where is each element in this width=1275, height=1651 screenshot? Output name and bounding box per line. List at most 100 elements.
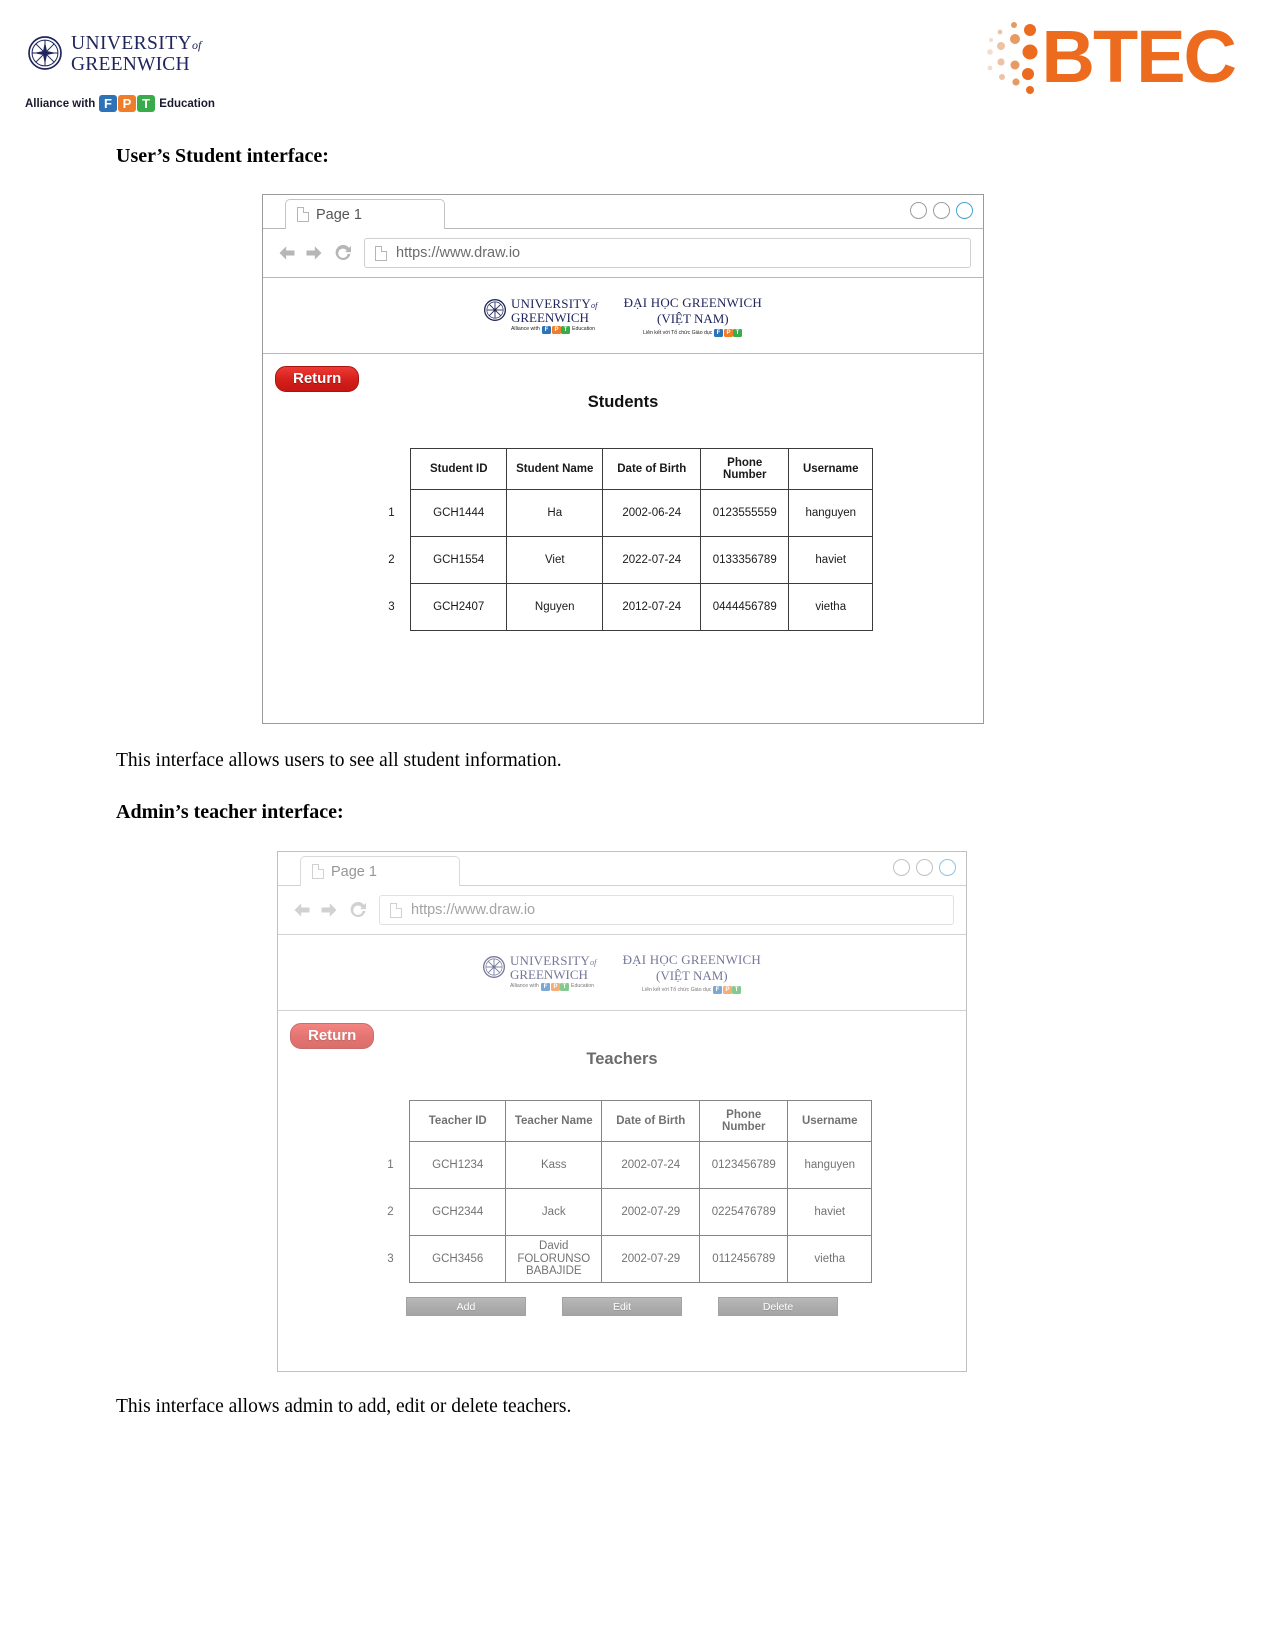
- fpt-logo-icon: F P T: [713, 985, 743, 994]
- fpt-letter-t: T: [560, 325, 570, 334]
- cell-student-id: GCH1554: [410, 536, 508, 584]
- teachers-table: Teacher ID Teacher Name Date of Birth Ph…: [371, 1100, 873, 1283]
- mockup-uog-line1-text: UNIVERSITY: [509, 953, 590, 969]
- cell-phone: 0133356789: [700, 536, 790, 584]
- return-button[interactable]: Return: [275, 366, 360, 392]
- fpt-letter-p: P: [550, 982, 560, 991]
- cell-dob: 2022-07-24: [602, 536, 702, 584]
- students-col-username: Username: [788, 448, 874, 490]
- forward-arrow-icon[interactable]: [319, 900, 339, 920]
- window-controls[interactable]: [910, 202, 973, 219]
- cell-student-name: Ha: [506, 489, 604, 537]
- mockup-alliance-line: Alliance with F P T Education: [510, 325, 598, 334]
- cell-phone: 0112456789: [699, 1235, 789, 1283]
- window-controls[interactable]: [893, 859, 956, 876]
- teacher-page-body: Return Teachers Teacher ID Teacher Name …: [278, 1011, 966, 1370]
- university-of-greenwich-logo: UNIVERSITYof GREENWICH: [28, 34, 201, 74]
- window-minimize-button[interactable]: [910, 202, 927, 219]
- address-bar-url-text: https://www.draw.io: [411, 902, 536, 918]
- cell-phone: 0123555559: [700, 489, 790, 537]
- browser-tab-page-1[interactable]: Page 1: [300, 856, 460, 886]
- section-1-heading: User’s Student interface:: [116, 145, 329, 167]
- mockup-uog-logo: UNIVERSITYof GREENWICH Alliance with F P…: [482, 953, 597, 991]
- browser-tab-bar: Page 1: [278, 852, 966, 886]
- mockup-alliance-suffix-text: Education: [570, 983, 595, 990]
- students-table-header-row: Student ID Student Name Date of Birth Ph…: [372, 448, 874, 490]
- fpt-letter-f: F: [714, 328, 724, 337]
- teachers-page-title: Teachers: [586, 1050, 658, 1068]
- cell-phone: 0225476789: [699, 1188, 789, 1236]
- fpt-logo-icon: F P T: [714, 328, 744, 337]
- uog-of-text: of: [192, 38, 202, 52]
- students-col-id: Student ID: [410, 448, 508, 490]
- mockup-vn-line1-text: ĐẠI HỌC GREENWICH: [622, 951, 762, 967]
- return-button[interactable]: Return: [290, 1023, 375, 1049]
- reload-icon[interactable]: [348, 900, 368, 920]
- students-col-dob: Date of Birth: [602, 448, 702, 490]
- cell-teacher-id: GCH3456: [409, 1235, 507, 1283]
- window-maximize-button[interactable]: [916, 859, 933, 876]
- compass-rose-icon: [482, 956, 505, 979]
- address-bar[interactable]: https://www.draw.io: [364, 238, 971, 268]
- cell-student-id: GCH1444: [410, 489, 508, 537]
- teachers-col-dob: Date of Birth: [601, 1100, 701, 1142]
- row-index: 2: [372, 536, 412, 584]
- fpt-letter-t: T: [559, 982, 569, 991]
- delete-button[interactable]: Delete: [718, 1297, 838, 1316]
- cell-teacher-name: Kass: [505, 1141, 603, 1189]
- mockup-vn-line2-text: (VIỆT NAM): [657, 310, 729, 326]
- add-button[interactable]: Add: [406, 1297, 526, 1316]
- students-page-title: Students: [587, 393, 659, 411]
- back-arrow-icon[interactable]: [277, 243, 297, 263]
- mockup-uog-line2-text: GREENWICH: [509, 966, 588, 982]
- teachers-col-name: Teacher Name: [505, 1100, 603, 1142]
- cell-teacher-id: GCH1234: [409, 1141, 507, 1189]
- fpt-letter-t: T: [733, 328, 743, 337]
- table-row: 1 GCH1234 Kass 2002-07-24 0123456789 han…: [371, 1141, 873, 1189]
- section-1-caption: This interface allows users to see all s…: [116, 750, 562, 771]
- uog-line1-text: UNIVERSITY: [71, 33, 192, 54]
- fpt-letter-p: P: [551, 325, 561, 334]
- back-arrow-icon[interactable]: [292, 900, 312, 920]
- browser-tab-page-1[interactable]: Page 1: [285, 199, 445, 229]
- mockup-vn-alliance-line: Liên kết với Tổ chức Giáo dục F P T: [623, 985, 761, 994]
- mockup-vietnam-title: ĐẠI HỌC GREENWICH (VIỆT NAM) Liên kết vớ…: [624, 295, 762, 337]
- browser-tab-label: Page 1: [331, 863, 377, 880]
- row-index: 3: [371, 1235, 411, 1283]
- mockup-uog-logo: UNIVERSITYof GREENWICH Alliance with F P…: [483, 296, 598, 334]
- browser-url-bar: https://www.draw.io: [278, 886, 966, 935]
- compass-rose-icon: [483, 299, 506, 322]
- fpt-letter-p: P: [722, 985, 732, 994]
- student-page-body: Return Students Student ID Student Name …: [263, 354, 983, 722]
- teachers-table-body: Teacher ID Teacher Name Date of Birth Ph…: [371, 1100, 873, 1283]
- fpt-logo-icon: F P T: [98, 95, 157, 112]
- teachers-col-id: Teacher ID: [409, 1100, 507, 1142]
- address-bar[interactable]: https://www.draw.io: [379, 895, 954, 925]
- btec-logo: BTEC: [984, 19, 1237, 94]
- cell-dob: 2002-06-24: [602, 489, 702, 537]
- uog-line2-text: GREENWICH: [71, 53, 190, 75]
- address-bar-url-text: https://www.draw.io: [396, 245, 521, 261]
- alliance-suffix-text: Education: [159, 97, 215, 110]
- cell-student-name: Viet: [506, 536, 604, 584]
- forward-arrow-icon[interactable]: [304, 243, 324, 263]
- page-document-icon: [297, 207, 309, 222]
- edit-button[interactable]: Edit: [562, 1297, 682, 1316]
- cell-phone: 0444456789: [700, 583, 790, 631]
- mockup-alliance-prefix-text: Alliance with: [510, 326, 540, 333]
- reload-icon[interactable]: [333, 243, 353, 263]
- window-minimize-button[interactable]: [893, 859, 910, 876]
- cell-username: haviet: [787, 1188, 873, 1236]
- cell-username: haviet: [788, 536, 874, 584]
- table-row: 1 GCH1444 Ha 2002-06-24 0123555559 hangu…: [372, 489, 874, 537]
- mockup-uog-line1-text: UNIVERSITY: [510, 296, 591, 312]
- fpt-alliance-logo: Alliance with F P T Education: [25, 95, 215, 112]
- window-close-button[interactable]: [939, 859, 956, 876]
- fpt-logo-icon: F P T: [541, 325, 571, 334]
- window-maximize-button[interactable]: [933, 202, 950, 219]
- page-document-icon: [312, 864, 324, 879]
- window-close-button[interactable]: [956, 202, 973, 219]
- mockup-vietnam-title: ĐẠI HỌC GREENWICH (VIỆT NAM) Liên kết vớ…: [623, 952, 761, 994]
- cell-username: hanguyen: [787, 1141, 873, 1189]
- teacher-action-buttons: Add Edit Delete: [278, 1297, 966, 1316]
